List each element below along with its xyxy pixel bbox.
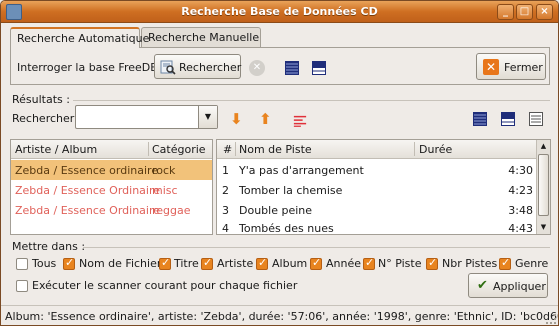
track-duration: 4:23 — [508, 184, 533, 197]
track-name: Tombés des nues — [239, 222, 334, 234]
close-button[interactable]: ✕ Fermer — [476, 53, 546, 80]
list-view-light-icon[interactable] — [529, 112, 543, 126]
track-number: 4 — [222, 222, 229, 234]
checkbox-genre[interactable] — [499, 256, 511, 270]
album-name: Zebda / Essence Ordinaire — [15, 204, 161, 217]
checkbox-numero-piste[interactable] — [363, 256, 375, 270]
checkbox-annee[interactable] — [310, 256, 322, 270]
checkbox-label: Tous — [32, 257, 57, 270]
tab-recherche-manuelle[interactable]: Recherche Manuelle — [141, 27, 261, 47]
track-list-scrollbar[interactable]: ▲ ▼ — [536, 140, 550, 234]
track-number: 2 — [222, 184, 229, 197]
freedb-label: Interroger la base FreeDB : — [17, 61, 165, 74]
chevron-down-icon[interactable]: ▼ — [198, 106, 217, 128]
results-divider — [73, 100, 550, 101]
scanner-label: Exécuter le scanner courant pour chaque … — [32, 279, 298, 292]
track-name: Double peine — [239, 204, 313, 217]
checkbox-run-scanner[interactable] — [16, 280, 28, 292]
track-list-header: # Nom de Piste Durée — [217, 140, 537, 159]
checkbox-album[interactable] — [256, 256, 268, 270]
results-search-combo[interactable]: ▼ — [75, 105, 218, 129]
arrow-down-icon[interactable]: ⬇ — [230, 111, 244, 127]
checkbox-nom-de-fichier[interactable] — [63, 256, 75, 270]
track-row[interactable]: 3 Double peine 3:48 — [217, 200, 537, 220]
results-frame-label: Résultats : — [12, 93, 70, 106]
checkbox-artiste[interactable] — [201, 256, 213, 270]
checkbox-label: Titre — [174, 257, 199, 270]
window-title: Recherche Base de Données CD — [181, 5, 378, 18]
album-category: reggae — [152, 204, 191, 217]
album-row[interactable]: Zebda / Essence Ordinaire reggae — [11, 200, 212, 220]
album-row[interactable]: Zebda / Essence ordinaire rock — [11, 160, 212, 180]
list-view-dark-icon[interactable] — [473, 112, 487, 126]
column-header-duration[interactable]: Durée — [419, 143, 452, 156]
scrollbar-thumb[interactable] — [538, 154, 549, 216]
list-view-half-icon[interactable] — [312, 61, 326, 75]
column-header-track-name[interactable]: Nom de Piste — [239, 143, 312, 156]
arrow-up-icon[interactable]: ⬆ — [259, 111, 273, 127]
checkbox-label: N° Piste — [378, 257, 422, 270]
checkbox-label: Artiste — [217, 257, 254, 270]
checkbox-titre[interactable] — [159, 256, 171, 270]
track-duration: 4:43 — [508, 222, 533, 234]
album-name: Zebda / Essence ordinaire — [15, 164, 159, 177]
search-freedb-button[interactable]: Rechercher — [154, 54, 241, 79]
search-cd-icon — [160, 60, 176, 75]
checkbox-label: Nbr Pistes — [442, 257, 498, 270]
column-header-number[interactable]: # — [223, 143, 232, 156]
apply-button[interactable]: ✔ Appliquer — [468, 273, 548, 298]
checkbox-label: Année — [326, 257, 362, 270]
checkbox-label: Nom de Fichier — [79, 257, 162, 270]
track-number: 1 — [222, 164, 229, 177]
track-duration: 4:30 — [508, 164, 533, 177]
close-window-button[interactable]: × — [536, 4, 553, 20]
close-button-label: Fermer — [504, 61, 543, 74]
checkmark-icon: ✔ — [477, 278, 488, 293]
album-name: Zebda / Essence Ordinaire — [15, 184, 161, 197]
album-list-header: Artiste / Album Catégorie — [11, 140, 212, 159]
checkbox-label: Genre — [515, 257, 549, 270]
minimize-button[interactable]: _ — [497, 4, 514, 20]
track-row[interactable]: 1 Y'a pas d'arrangement 4:30 — [217, 160, 537, 180]
automatic-search-panel: Interroger la base FreeDB : Rechercher ✕ — [10, 47, 550, 85]
stop-icon[interactable]: ✕ — [249, 60, 265, 76]
track-list[interactable]: # Nom de Piste Durée 1 Y'a pas d'arrange… — [216, 139, 551, 235]
column-header-category[interactable]: Catégorie — [152, 143, 206, 156]
results-search-label: Rechercher : — [12, 112, 82, 125]
track-duration: 3:48 — [508, 204, 533, 217]
invert-selection-icon[interactable] — [293, 114, 307, 128]
status-bar: Album: 'Essence ordinaire', artiste: 'Ze… — [1, 305, 559, 325]
track-row[interactable]: 4 Tombés des nues 4:43 — [217, 220, 537, 234]
apply-button-label: Appliquer — [493, 280, 546, 293]
search-button-label: Rechercher — [179, 61, 242, 74]
tab-recherche-automatique[interactable]: Recherche Automatique — [10, 27, 149, 48]
column-separator — [235, 142, 236, 156]
column-header-artist-album[interactable]: Artiste / Album — [15, 143, 97, 156]
status-text: Album: 'Essence ordinaire', artiste: 'Ze… — [5, 310, 559, 323]
column-separator — [148, 142, 149, 156]
track-row[interactable]: 2 Tomber la chemise 4:23 — [217, 180, 537, 200]
checkbox-label: Album — [272, 257, 308, 270]
album-row[interactable]: Zebda / Essence Ordinaire misc — [11, 180, 212, 200]
maximize-button[interactable]: □ — [516, 4, 533, 20]
close-icon: ✕ — [483, 59, 499, 75]
resize-grip-icon[interactable] — [546, 314, 556, 324]
album-category: misc — [152, 184, 178, 197]
list-view-half-icon[interactable] — [501, 112, 515, 126]
column-separator — [414, 142, 415, 156]
album-results-list[interactable]: Artiste / Album Catégorie Zebda / Essenc… — [10, 139, 213, 235]
title-bar[interactable]: Recherche Base de Données CD _ □ × — [1, 1, 558, 23]
fields-divider — [83, 247, 550, 248]
list-view-dark-icon[interactable] — [285, 61, 299, 75]
track-number: 3 — [222, 204, 229, 217]
scroll-up-icon[interactable]: ▲ — [537, 140, 550, 153]
checkbox-nbr-pistes[interactable] — [426, 256, 438, 270]
scroll-down-icon[interactable]: ▼ — [537, 221, 550, 234]
fields-frame-label: Mettre dans : — [12, 240, 86, 253]
cd-database-search-dialog: Recherche Base de Données CD _ □ × Reche… — [0, 0, 559, 326]
track-name: Tomber la chemise — [239, 184, 343, 197]
album-category: rock — [152, 164, 176, 177]
track-name: Y'a pas d'arrangement — [239, 164, 364, 177]
checkbox-tous[interactable] — [16, 258, 28, 270]
